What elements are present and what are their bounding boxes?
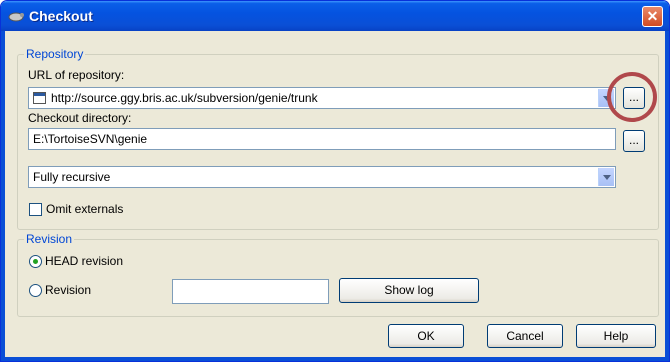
checkout-dir-label: Checkout directory: <box>28 111 132 125</box>
url-label: URL of repository: <box>28 68 125 82</box>
ok-button[interactable]: OK <box>388 324 464 348</box>
depth-select[interactable]: Fully recursive <box>28 166 616 188</box>
show-log-button[interactable]: Show log <box>339 278 479 303</box>
revision-radio[interactable] <box>29 284 42 297</box>
repository-legend: Repository <box>26 47 84 61</box>
url-page-icon <box>33 92 46 104</box>
revision-group: Revision <box>17 232 659 317</box>
omit-externals-label[interactable]: Omit externals <box>46 202 123 216</box>
close-button[interactable]: ✕ <box>642 6 663 27</box>
window-frame-left <box>1 31 5 361</box>
window-title: Checkout <box>29 8 93 24</box>
window-frame-bottom <box>1 357 669 361</box>
revision-label[interactable]: Revision <box>45 283 91 297</box>
revision-input[interactable] <box>172 279 329 304</box>
help-button[interactable]: Help <box>576 324 656 348</box>
close-icon: ✕ <box>646 8 659 24</box>
window-frame-right <box>665 31 669 361</box>
url-combobox[interactable]: http://source.ggy.bris.ac.uk/subversion/… <box>28 87 616 109</box>
url-value: http://source.ggy.bris.ac.uk/subversion/… <box>51 91 318 105</box>
depth-value: Fully recursive <box>33 170 111 184</box>
depth-dropdown-arrow-icon[interactable] <box>598 168 614 186</box>
title-bar[interactable]: Checkout ✕ <box>1 1 669 31</box>
checkout-dir-field[interactable]: E:\TortoiseSVN\genie <box>28 128 616 150</box>
head-revision-radio[interactable] <box>29 255 42 268</box>
cancel-button[interactable]: Cancel <box>487 324 563 348</box>
tortoise-icon <box>8 12 24 22</box>
checkout-dir-browse-button[interactable]: ... <box>623 130 645 152</box>
revision-legend: Revision <box>26 232 73 246</box>
checkout-dialog: Checkout ✕ Repository URL of repository:… <box>0 0 670 362</box>
head-revision-label[interactable]: HEAD revision <box>45 254 123 268</box>
highlight-circle-annotation <box>607 72 657 122</box>
omit-externals-checkbox[interactable] <box>29 203 42 216</box>
